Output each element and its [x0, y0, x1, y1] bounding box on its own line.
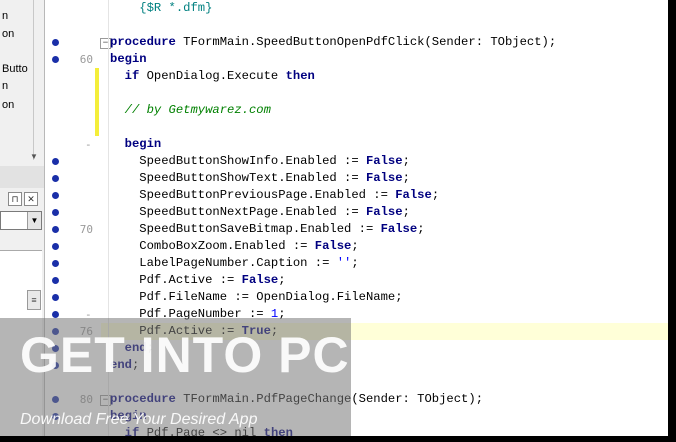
code-line[interactable]: SpeedButtonNextPage.Enabled := False; — [110, 204, 410, 221]
close-icon[interactable]: ✕ — [24, 192, 38, 206]
ide-window: n on Butto n on ▼ ⊓ ✕ ▼ ≡ 60-70-7680−− {… — [0, 0, 668, 436]
code-line[interactable]: SpeedButtonShowText.Enabled := False; — [110, 170, 410, 187]
chevron-down-icon[interactable]: ▼ — [30, 152, 38, 161]
code-line[interactable]: begin — [110, 136, 162, 153]
code-token: SpeedButtonShowInfo.Enabled := — [110, 154, 366, 168]
watermark-title: GET INTO PC — [20, 327, 350, 383]
code-token: ; — [402, 205, 410, 219]
breakpoint-dot-icon[interactable] — [52, 192, 59, 199]
code-token: ; — [402, 154, 410, 168]
breakpoint-dot-icon[interactable] — [52, 294, 59, 301]
code-line[interactable]: {$R *.dfm} — [110, 0, 212, 17]
code-line[interactable]: if OpenDialog.Execute then — [110, 68, 315, 85]
code-token: False — [365, 154, 403, 168]
code-token: SpeedButtonPreviousPage.Enabled := — [110, 188, 396, 202]
panel-item-0[interactable]: n — [2, 10, 8, 22]
code-token: Pdf.Active := — [110, 273, 242, 287]
code-token: OpenDialog.Execute — [139, 69, 286, 83]
code-token: False — [380, 222, 418, 236]
code-line[interactable]: // by Getmywarez.com — [110, 102, 271, 119]
code-token: ; — [431, 188, 440, 202]
code-line[interactable]: ComboBoxZoom.Enabled := False; — [110, 238, 359, 255]
code-token: '' — [336, 256, 352, 270]
breakpoint-dot-icon[interactable] — [52, 311, 59, 318]
panel-divider — [0, 166, 44, 188]
code-line[interactable]: SpeedButtonPreviousPage.Enabled := False… — [110, 187, 439, 204]
breakpoint-dot-icon[interactable] — [52, 175, 59, 182]
code-token: ComboBoxZoom.Enabled := — [110, 239, 315, 253]
panel-item-2[interactable]: Butto — [2, 63, 28, 75]
panel-column-divider — [33, 0, 34, 160]
code-token: ; — [278, 273, 286, 287]
code-token: False — [314, 239, 352, 253]
modified-line-marker — [95, 68, 99, 136]
line-number: - — [85, 138, 92, 151]
code-token: False — [365, 171, 403, 185]
code-line[interactable]: Pdf.Active := False; — [110, 272, 286, 289]
chevron-down-icon[interactable]: ▼ — [27, 212, 41, 229]
code-token: LabelPageNumber.Caption := — [110, 256, 337, 270]
panel-combo[interactable]: ▼ — [0, 211, 42, 230]
code-line[interactable]: Pdf.FileName := OpenDialog.FileName; — [110, 289, 403, 306]
code-token: ; — [417, 222, 425, 236]
code-token: ; — [351, 239, 359, 253]
line-number: 60 — [79, 53, 93, 66]
code-token: // by Getmywarez.com — [124, 103, 271, 117]
breakpoint-dot-icon[interactable] — [52, 260, 59, 267]
code-line[interactable]: LabelPageNumber.Caption := ''; — [110, 255, 359, 272]
code-line[interactable]: SpeedButtonSaveBitmap.Enabled := False; — [110, 221, 425, 238]
breakpoint-dot-icon[interactable] — [52, 277, 59, 284]
breakpoint-dot-icon[interactable] — [52, 158, 59, 165]
breakpoint-dot-icon[interactable] — [52, 209, 59, 216]
code-token: TFormMain.SpeedButtonOpenPdfClick(Sender… — [175, 35, 557, 49]
code-token: Pdf.FileName := OpenDialog.FileName; — [110, 290, 403, 304]
breakpoint-dot-icon[interactable] — [52, 39, 59, 46]
code-line[interactable]: SpeedButtonShowInfo.Enabled := False; — [110, 153, 410, 170]
panel-item-3[interactable]: n — [2, 80, 8, 92]
code-token: if — [124, 69, 140, 83]
code-token: SpeedButtonNextPage.Enabled := — [110, 205, 366, 219]
pin-icon[interactable]: ⊓ — [8, 192, 22, 206]
scrollbar-grip-icon[interactable]: ≡ — [27, 290, 41, 310]
code-token: begin — [110, 52, 147, 66]
code-token: False — [395, 188, 432, 202]
code-token: procedure — [110, 35, 176, 49]
code-token: begin — [124, 137, 162, 151]
code-token: SpeedButtonSaveBitmap.Enabled := — [110, 222, 381, 236]
breakpoint-dot-icon[interactable] — [52, 243, 59, 250]
code-line[interactable]: begin — [110, 51, 147, 68]
panel-item-1[interactable]: on — [2, 28, 14, 40]
panel-item-4[interactable]: on — [2, 99, 14, 111]
code-token: False — [241, 273, 279, 287]
code-token: ; — [351, 256, 359, 270]
code-token: {$R *.dfm} — [139, 1, 213, 15]
watermark-subtitle: Download Free Your Desired App — [20, 411, 258, 428]
code-token: SpeedButtonShowText.Enabled := — [110, 171, 366, 185]
code-line[interactable]: procedure TFormMain.SpeedButtonOpenPdfCl… — [110, 34, 556, 51]
code-token: then — [285, 69, 315, 83]
code-token: False — [365, 205, 403, 219]
line-number: 70 — [79, 223, 93, 236]
code-token: ; — [402, 171, 410, 185]
